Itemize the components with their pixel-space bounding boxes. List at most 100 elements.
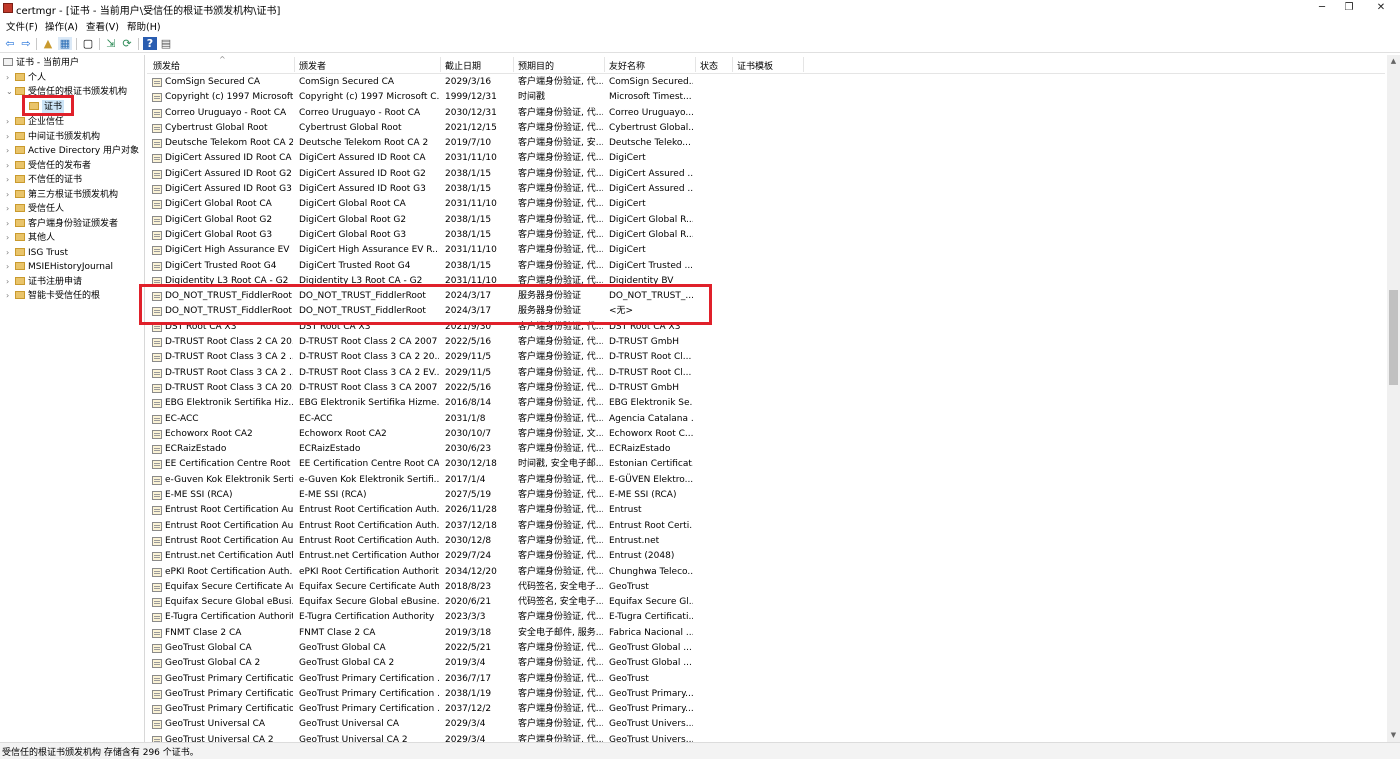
- column-divider[interactable]: [294, 57, 295, 72]
- table-row[interactable]: DigiCert Global Root CA DigiCert Global R…: [147, 197, 1385, 212]
- table-row[interactable]: DO_NOT_TRUST_FiddlerRoot DO_NOT_TRUST_Fid…: [147, 304, 1385, 319]
- column-divider[interactable]: [513, 57, 514, 72]
- up-folder-icon[interactable]: ▲: [41, 37, 55, 50]
- tree-item-trusted-root[interactable]: ⌄ 受信任的根证书颁发机构: [6, 85, 127, 99]
- table-row[interactable]: DigiCert High Assurance EV ... DigiCert H…: [147, 243, 1385, 258]
- show-tree-icon[interactable]: ▦: [58, 37, 72, 50]
- tree-item-trusted-people[interactable]: › 受信任人: [6, 202, 64, 216]
- menu-view[interactable]: 查看(V): [86, 19, 119, 33]
- tree-root[interactable]: 证书 - 当前用户: [3, 56, 79, 70]
- table-row[interactable]: GeoTrust Primary Certificatio... GeoTrust…: [147, 687, 1385, 702]
- tree-item-intermediate-ca[interactable]: › 中间证书颁发机构: [6, 130, 100, 144]
- table-row[interactable]: GeoTrust Global CA 2 GeoTrust Global CA 2…: [147, 656, 1385, 671]
- table-cell: 客户端身份验证, 代...: [518, 642, 603, 653]
- table-row[interactable]: DigiCert Assured ID Root CA DigiCert Assu…: [147, 151, 1385, 166]
- table-row[interactable]: Entrust Root Certification Au... Entrust …: [147, 503, 1385, 518]
- tree-item-certificates[interactable]: 证书: [20, 100, 65, 114]
- copy-icon[interactable]: ▢: [81, 37, 95, 50]
- vertical-scrollbar[interactable]: ▲ ▼: [1387, 55, 1400, 742]
- menu-help[interactable]: 帮助(H): [127, 19, 161, 33]
- table-row[interactable]: DigiCert Trusted Root G4 DigiCert Trusted…: [147, 259, 1385, 274]
- column-divider[interactable]: [732, 57, 733, 72]
- table-row[interactable]: EBG Elektronik Sertifika Hiz... EBG Elekt…: [147, 396, 1385, 411]
- table-row[interactable]: DigiCert Global Root G3 DigiCert Global R…: [147, 228, 1385, 243]
- refresh-icon[interactable]: ⟳: [120, 37, 134, 50]
- scrollbar-thumb[interactable]: [1389, 290, 1398, 385]
- column-issued-to[interactable]: 颁发给: [153, 59, 180, 72]
- list-header: 颁发给 ^ 颁发者 截止日期 预期目的 友好名称 状态 证书模板: [147, 55, 1385, 74]
- table-row[interactable]: Deutsche Telekom Root CA 2 Deutsche Telek…: [147, 136, 1385, 151]
- scroll-down-arrow-icon[interactable]: ▼: [1387, 729, 1400, 742]
- tree-item-trusted-publishers[interactable]: › 受信任的发布者: [6, 159, 91, 173]
- column-intended-purposes[interactable]: 预期目的: [518, 59, 554, 72]
- help-icon[interactable]: ?: [143, 37, 157, 50]
- table-row[interactable]: FNMT Clase 2 CA FNMT Clase 2 CA 2019/3/18 安…: [147, 626, 1385, 641]
- column-divider[interactable]: [440, 57, 441, 72]
- table-row[interactable]: Equifax Secure Certificate Au... Equifax …: [147, 580, 1385, 595]
- table-row[interactable]: GeoTrust Universal CA 2 GeoTrust Universa…: [147, 733, 1385, 742]
- column-friendly-name[interactable]: 友好名称: [609, 59, 645, 72]
- table-row[interactable]: GeoTrust Global CA GeoTrust Global CA 2022…: [147, 641, 1385, 656]
- column-status[interactable]: 状态: [700, 59, 718, 72]
- table-row[interactable]: E-ME SSI (RCA) E-ME SSI (RCA) 2027/5/19 客户端…: [147, 488, 1385, 503]
- table-row[interactable]: Digidentity L3 Root CA - G2 Digidentity L…: [147, 274, 1385, 289]
- column-expiration[interactable]: 截止日期: [445, 59, 481, 72]
- table-row[interactable]: EE Certification Centre Root ... EE Certi…: [147, 457, 1385, 472]
- table-row[interactable]: Entrust Root Certification Au... Entrust …: [147, 534, 1385, 549]
- tree-item-client-auth-issuers[interactable]: › 客户端身份验证颁发者: [6, 217, 118, 231]
- table-row[interactable]: Entrust.net Certification Auth... Entrust…: [147, 549, 1385, 564]
- scroll-up-arrow-icon[interactable]: ▲: [1387, 55, 1400, 68]
- table-row[interactable]: Copyright (c) 1997 Microsoft... Copyright…: [147, 90, 1385, 105]
- export-icon[interactable]: ⇲: [104, 37, 118, 50]
- tree-item-enterprise-trust[interactable]: › 企业信任: [6, 115, 64, 129]
- table-row[interactable]: ECRaizEstado ECRaizEstado 2030/6/23 客户端身份验证…: [147, 442, 1385, 457]
- menu-file[interactable]: 文件(F): [6, 19, 38, 33]
- table-row[interactable]: DigiCert Assured ID Root G2 DigiCert Assu…: [147, 167, 1385, 182]
- column-issued-by[interactable]: 颁发者: [299, 59, 326, 72]
- table-row[interactable]: GeoTrust Universal CA GeoTrust Universal …: [147, 717, 1385, 732]
- tree-item-untrusted[interactable]: › 不信任的证书: [6, 173, 82, 187]
- minimize-button[interactable]: ─: [1307, 0, 1337, 17]
- table-row[interactable]: D-TRUST Root Class 3 CA 2 ... D-TRUST Roo…: [147, 366, 1385, 381]
- certificate-icon: [152, 292, 162, 302]
- forward-arrow-icon[interactable]: ⇨: [19, 37, 33, 50]
- column-certificate-template[interactable]: 证书模板: [737, 59, 773, 72]
- table-row[interactable]: DigiCert Assured ID Root G3 DigiCert Assu…: [147, 182, 1385, 197]
- table-row[interactable]: Cybertrust Global Root Cybertrust Global …: [147, 121, 1385, 136]
- tree-item-msie-history[interactable]: › MSIEHistoryJournal: [6, 260, 113, 274]
- close-button[interactable]: ✕: [1366, 0, 1396, 17]
- table-row[interactable]: DigiCert Global Root G2 DigiCert Global R…: [147, 213, 1385, 228]
- column-divider[interactable]: [604, 57, 605, 72]
- tree-item-isg-trust[interactable]: › ISG Trust: [6, 246, 68, 260]
- table-cell: e-Guven Kok Elektronik Serti...: [165, 474, 293, 485]
- table-row[interactable]: ePKI Root Certification Auth... ePKI Root…: [147, 565, 1385, 580]
- table-row[interactable]: D-TRUST Root Class 3 CA 2 ... D-TRUST Roo…: [147, 350, 1385, 365]
- back-arrow-icon[interactable]: ⇦: [3, 37, 17, 50]
- table-row[interactable]: Equifax Secure Global eBusi... Equifax Se…: [147, 595, 1385, 610]
- tree-item-personal[interactable]: › 个人: [6, 71, 46, 85]
- table-row[interactable]: Entrust Root Certification Au... Entrust …: [147, 519, 1385, 534]
- column-divider[interactable]: [803, 57, 804, 72]
- table-row[interactable]: D-TRUST Root Class 3 CA 20... D-TRUST Roo…: [147, 381, 1385, 396]
- maximize-button[interactable]: ❐: [1334, 0, 1364, 17]
- tree-item-other-people[interactable]: › 其他人: [6, 231, 55, 245]
- table-row[interactable]: Echoworx Root CA2 Echoworx Root CA2 2030/1…: [147, 427, 1385, 442]
- table-row[interactable]: DO_NOT_TRUST_FiddlerRoot DO_NOT_TRUST_Fid…: [147, 289, 1385, 304]
- properties-icon[interactable]: ▤: [159, 37, 173, 50]
- table-row[interactable]: e-Guven Kok Elektronik Serti... e-Guven K…: [147, 473, 1385, 488]
- menu-action[interactable]: 操作(A): [45, 19, 78, 33]
- table-row[interactable]: E-Tugra Certification Authority E-Tugra C…: [147, 610, 1385, 625]
- table-row[interactable]: GeoTrust Primary Certificatio... GeoTrust…: [147, 702, 1385, 717]
- table-cell: 客户端身份验证, 代...: [518, 474, 603, 485]
- table-row[interactable]: GeoTrust Primary Certificatio... GeoTrust…: [147, 672, 1385, 687]
- table-row[interactable]: DST Root CA X3 DST Root CA X3 2021/9/30 客户端…: [147, 320, 1385, 335]
- table-row[interactable]: EC-ACC EC-ACC 2031/1/8 客户端身份验证, 代... Agencia…: [147, 412, 1385, 427]
- tree-item-enrollment-requests[interactable]: › 证书注册申请: [6, 275, 82, 289]
- table-row[interactable]: Correo Uruguayo - Root CA Correo Uruguayo…: [147, 106, 1385, 121]
- tree-item-third-party-root[interactable]: › 第三方根证书颁发机构: [6, 188, 118, 202]
- tree-item-smart-card-root[interactable]: › 智能卡受信任的根: [6, 289, 100, 303]
- column-divider[interactable]: [695, 57, 696, 72]
- table-row[interactable]: D-TRUST Root Class 2 CA 20... D-TRUST Roo…: [147, 335, 1385, 350]
- tree-item-active-directory[interactable]: › Active Directory 用户对象: [6, 144, 139, 158]
- table-row[interactable]: ComSign Secured CA ComSign Secured CA 2029…: [147, 75, 1385, 90]
